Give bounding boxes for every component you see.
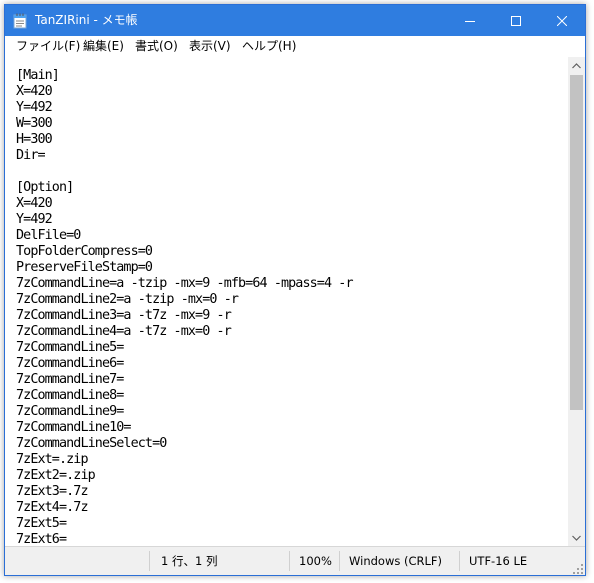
text-line: 7zCommandLine3=a -t7z -mx=9 -r [16,308,232,323]
minimize-button[interactable] [447,5,493,36]
chevron-down-icon [572,535,581,541]
text-line: 7zCommandLine7= [16,372,124,387]
text-line: Y=492 [16,100,53,115]
text-line: 7zExt2=.zip [16,468,96,483]
menu-file[interactable]: ファイル(F) [16,38,80,54]
scroll-up-button[interactable] [568,57,585,74]
text-line: 7zCommandLine5= [16,340,124,355]
status-divider [339,551,340,571]
text-editor[interactable]: [Main] X=420 Y=492 W=300 H=300 Dir= [Option] X=… [5,57,568,546]
maximize-icon [511,15,521,26]
minimize-icon [465,20,475,22]
text-line: 7zCommandLine9= [16,404,124,419]
chevron-up-icon [572,62,581,68]
text-line: X=420 [16,196,53,211]
text-line: 7zCommandLine2=a -tzip -mx=0 -r [16,292,239,307]
text-line: 7zExt6= [16,532,67,546]
scroll-thumb[interactable] [570,75,583,410]
text-line: 7zCommandLine10= [16,420,131,435]
menu-view[interactable]: 表示(V) [189,38,231,54]
menu-bar: ファイル(F) 編集(E) 書式(O) 表示(V) ヘルプ(H) [5,36,585,56]
title-bar[interactable]: TanZIRini - メモ帳 [5,5,585,36]
window-title: TanZIRini - メモ帳 [35,13,138,27]
text-line: [Option] [16,180,74,195]
text-line: Y=492 [16,212,53,227]
vertical-scrollbar[interactable] [568,57,585,546]
text-line: W=300 [16,116,53,131]
text-line: 7zCommandLine6= [16,356,124,371]
status-divider [459,551,460,571]
status-divider [289,551,290,571]
resize-grip-icon[interactable] [573,564,583,574]
text-line: Dir= [16,148,46,163]
close-icon [557,15,567,26]
text-line: 7zExt3=.7z [16,484,89,499]
encoding: UTF-16 LE [469,554,528,568]
text-line: 7zExt=.zip [16,452,89,467]
text-line: X=420 [16,84,53,99]
menu-help[interactable]: ヘルプ(H) [242,38,296,54]
zoom-level: 100% [299,554,332,568]
close-button[interactable] [539,5,585,36]
text-line: 7zExt4=.7z [16,500,89,515]
text-line: 7zCommandLineSelect=0 [16,436,167,451]
menu-edit[interactable]: 編集(E) [83,38,124,54]
text-line: 7zCommandLine4=a -t7z -mx=0 -r [16,324,232,339]
text-line: PreserveFileStamp=0 [16,260,153,275]
menu-format[interactable]: 書式(O) [135,38,178,54]
text-line: 7zCommandLine=a -tzip -mx=9 -mfb=64 -mpa… [16,276,354,291]
maximize-button[interactable] [493,5,539,36]
status-bar: 1 行、1 列 100% Windows (CRLF) UTF-16 LE [5,546,585,575]
scroll-down-button[interactable] [568,529,585,546]
text-line: 7zCommandLine8= [16,388,124,403]
text-line: H=300 [16,132,53,147]
status-divider [149,551,150,571]
text-line: [Main] [16,68,60,83]
notepad-icon [13,13,27,29]
text-line: 7zExt5= [16,516,67,531]
cursor-position: 1 行、1 列 [161,554,218,568]
text-line: DelFile=0 [16,228,81,243]
line-ending: Windows (CRLF) [349,554,443,568]
notepad-window: TanZIRini - メモ帳 ファイル(F) 編集(E) 書式(O) 表示(V… [4,4,586,576]
text-line: TopFolderCompress=0 [16,244,153,259]
